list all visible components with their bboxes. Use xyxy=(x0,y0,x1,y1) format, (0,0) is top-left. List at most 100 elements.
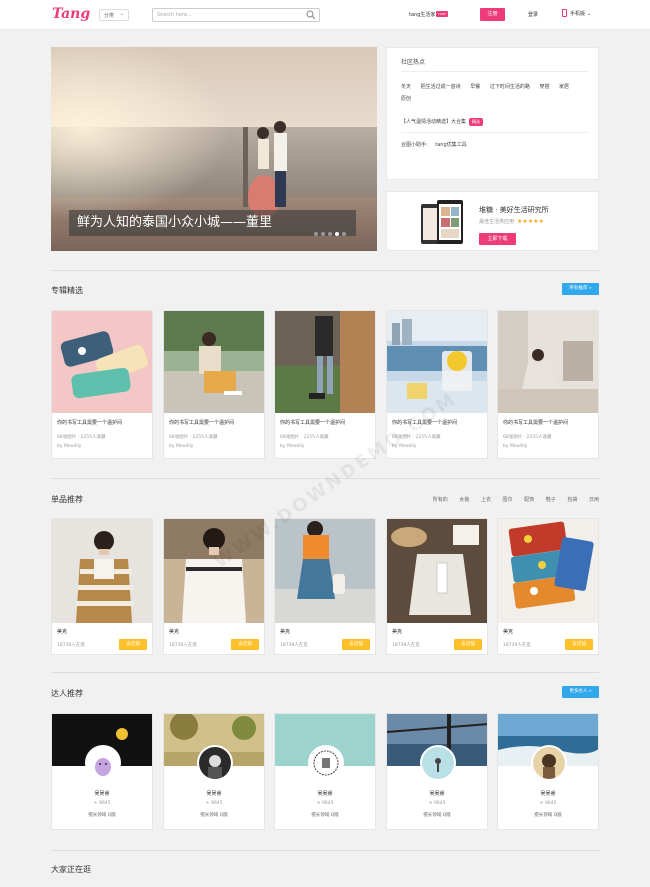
album-title[interactable]: 你的书写工具需要一个温护间 xyxy=(57,419,122,426)
hot-tag[interactable]: 把生活过成一首诗 xyxy=(421,81,461,93)
person-card[interactable]: 吴吴睿 ★ 9645 擅长领域 Q版 xyxy=(274,713,376,830)
carousel-dot[interactable] xyxy=(342,232,346,236)
event-suffix: 】大合集 xyxy=(446,119,467,125)
go-store-button[interactable]: 去店铺 xyxy=(119,639,147,650)
person-name[interactable]: 吴吴睿 xyxy=(164,790,264,797)
product-card[interactable]: 美克 18739人在逛 去店铺 xyxy=(497,518,599,655)
person-name[interactable]: 吴吴睿 xyxy=(52,790,152,797)
hero-caption[interactable]: 鲜为人知的泰国小众小城——董里 xyxy=(69,210,356,236)
star-icon: ★ xyxy=(428,801,433,806)
phone-mockup-image xyxy=(421,200,463,244)
chevron-down-icon: ⌄ xyxy=(587,11,592,17)
filter-tab[interactable]: 女装 xyxy=(459,497,469,503)
product-image xyxy=(498,519,598,623)
star-rating-icon: ★★★★★ xyxy=(517,218,544,225)
phone-icon xyxy=(562,9,567,17)
avatar[interactable] xyxy=(308,745,344,781)
product-card[interactable]: 美克 18739人在逛 去店铺 xyxy=(51,518,153,655)
app-link[interactable]: tang生活家 new xyxy=(409,11,448,18)
products-section-title: 单品推荐 xyxy=(51,495,83,504)
star-icon: ★ xyxy=(205,801,210,806)
go-store-button[interactable]: 去店铺 xyxy=(342,639,370,650)
album-card[interactable]: 你的书写工具需要一个温护间 68张图片 · 2255人收藏 by Moodily xyxy=(497,310,599,459)
album-title[interactable]: 你的书写工具需要一个温护间 xyxy=(503,419,568,426)
avatar[interactable] xyxy=(420,745,456,781)
download-button[interactable]: 立即下载 xyxy=(479,233,516,245)
album-author[interactable]: by Moodily xyxy=(57,444,81,449)
album-card[interactable]: 你的书写工具需要一个温护间 68张图片 · 2255人收藏 by Moodily xyxy=(163,310,265,459)
person-card[interactable]: 吴吴睿 ★ 9645 擅长领域 Q版 xyxy=(386,713,488,830)
event-prefix: 【人气温情活动 xyxy=(401,119,437,125)
people-more-button[interactable]: 更多达人 » xyxy=(562,686,599,698)
album-author[interactable]: by Moodily xyxy=(169,444,193,449)
carousel-dot-active[interactable] xyxy=(335,232,339,236)
go-store-button[interactable]: 去店铺 xyxy=(454,639,482,650)
filter-tab[interactable]: 鞋子 xyxy=(546,497,556,503)
carousel-dot[interactable] xyxy=(314,232,318,236)
filter-tab[interactable]: 日用 xyxy=(589,497,599,503)
go-store-button[interactable]: 去店铺 xyxy=(565,639,593,650)
login-link[interactable]: 登录 xyxy=(528,11,538,18)
person-name[interactable]: 吴吴睿 xyxy=(387,790,487,797)
product-sales: 18739人在逛 xyxy=(503,643,531,648)
hot-tag[interactable]: 早餐 xyxy=(470,81,480,93)
person-card[interactable]: 吴吴睿 ★ 9645 擅长领域 Q版 xyxy=(163,713,265,830)
album-title[interactable]: 你的书写工具需要一个温护间 xyxy=(169,419,234,426)
hot-tag[interactable]: 家居 xyxy=(559,81,569,93)
product-name[interactable]: 美克 xyxy=(392,628,402,635)
filter-tab[interactable]: 包袋 xyxy=(567,497,577,503)
product-name[interactable]: 美克 xyxy=(503,628,513,635)
search-input[interactable]: Search here... xyxy=(152,8,320,22)
hot-tag[interactable]: 过下时间生活的路 xyxy=(490,81,530,93)
album-cover-image xyxy=(275,311,375,413)
people-section-title: 达人推荐 xyxy=(51,689,83,698)
person-name[interactable]: 吴吴睿 xyxy=(275,790,375,797)
tool-link[interactable]: tang优集工具 xyxy=(435,142,466,148)
album-title[interactable]: 你的书写工具需要一个温护间 xyxy=(280,419,345,426)
filter-tab[interactable]: 配饰 xyxy=(524,497,534,503)
album-card[interactable]: 你的书写工具需要一个温护间 68张图片 · 2255人收藏 by Moodily xyxy=(274,310,376,459)
tool-row: 合图小助手: tang优集工具 xyxy=(401,141,467,148)
app-promo-panel: 堆糖 · 美好生活研究所 最佳生活类应用 ★★★★★ 立即下载 xyxy=(386,191,599,251)
product-sales: 18739人在逛 xyxy=(169,643,197,648)
search-icon[interactable] xyxy=(306,10,316,20)
album-author[interactable]: by Moodily xyxy=(503,444,527,449)
avatar[interactable] xyxy=(197,745,233,781)
section-divider xyxy=(51,270,599,271)
go-store-button[interactable]: 去店铺 xyxy=(231,639,259,650)
carousel-dot[interactable] xyxy=(328,232,332,236)
person-stat-value: 9645 xyxy=(434,801,446,806)
new-badge: new xyxy=(436,11,448,17)
avatar[interactable] xyxy=(531,745,567,781)
site-logo[interactable]: Tang xyxy=(52,6,90,22)
product-card[interactable]: 美克 18739人在逛 去店铺 xyxy=(274,518,376,655)
hot-tag[interactable]: 穿搭 xyxy=(539,81,549,93)
person-desc: 擅长领域 Q版 xyxy=(88,813,116,818)
product-name[interactable]: 美克 xyxy=(169,628,179,635)
carousel-dot[interactable] xyxy=(321,232,325,236)
hot-tag[interactable]: 冬天 xyxy=(401,81,411,93)
register-button[interactable]: 注册 xyxy=(480,8,505,21)
product-name[interactable]: 美克 xyxy=(57,628,67,635)
star-icon: ★ xyxy=(93,801,98,806)
avatar[interactable] xyxy=(85,745,121,781)
product-card[interactable]: 美克 18739人在逛 去店铺 xyxy=(386,518,488,655)
albums-more-button[interactable]: 所有推荐 » xyxy=(562,283,599,295)
person-name[interactable]: 吴吴睿 xyxy=(498,790,598,797)
person-card[interactable]: 吴吴睿 ★ 9645 擅长领域 Q版 xyxy=(497,713,599,830)
hero-carousel[interactable]: 鲜为人知的泰国小众小城——董里 xyxy=(51,47,377,251)
mobile-link[interactable]: 手机版 ⌄ xyxy=(562,9,591,17)
hot-tag[interactable]: 原创 xyxy=(401,93,411,105)
filter-tab[interactable]: 上衣 xyxy=(481,497,491,503)
filter-tab[interactable]: 所有的 xyxy=(433,497,448,503)
album-author[interactable]: by Moodily xyxy=(280,444,304,449)
product-sales: 18739人在逛 xyxy=(280,643,308,648)
album-card[interactable]: 你的书写工具需要一个温护间 68张图片 · 2255人收藏 by Moodily xyxy=(51,310,153,459)
event-link[interactable]: 【人气温情活动精选】大合集 精选 xyxy=(401,118,484,126)
browsing-section-title: 大家正在逛 xyxy=(51,865,91,874)
person-stat-value: 9645 xyxy=(322,801,334,806)
category-select[interactable]: 分类 ⌄ xyxy=(99,9,129,21)
filter-tab[interactable]: 围巾 xyxy=(503,497,513,503)
person-card[interactable]: 吴吴睿 ★ 9645 擅长领域 Q版 xyxy=(51,713,153,830)
product-name[interactable]: 美克 xyxy=(280,628,290,635)
